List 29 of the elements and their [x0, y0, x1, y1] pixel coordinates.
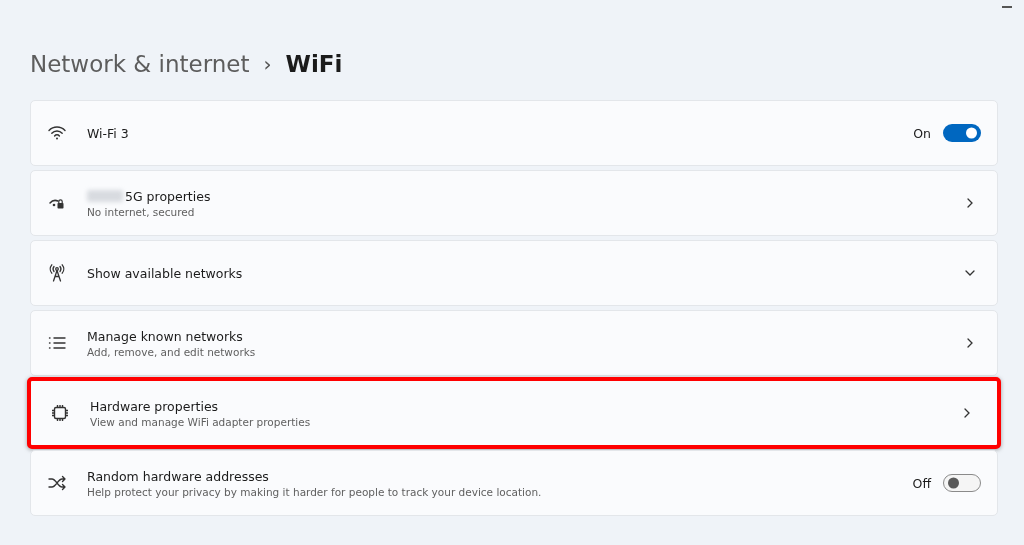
- wifi-icon: [48, 126, 66, 140]
- setting-description: Help protect your privacy by making it harder for people to track your device location.: [87, 485, 543, 498]
- antenna-icon: [49, 264, 65, 282]
- list-icon: [48, 337, 66, 349]
- wifi-lock-icon: [49, 199, 64, 209]
- settings-card[interactable]: Hardware properties View and manage WiFi adapter properties: [27, 377, 1001, 449]
- settings-card[interactable]: 5G properties No internet, secured: [30, 170, 998, 236]
- page-title: WiFi: [285, 50, 343, 79]
- settings-card[interactable]: Show available networks: [30, 240, 998, 306]
- setting-title: 5G properties: [125, 188, 211, 204]
- setting-title: Random hardware addresses: [87, 468, 269, 484]
- toggle-switch[interactable]: [943, 124, 981, 142]
- settings-card[interactable]: Manage known networks Add, remove, and edit networks: [30, 310, 998, 376]
- setting-title: Show available networks: [87, 265, 243, 281]
- chip-icon: [51, 404, 69, 422]
- toggle-switch[interactable]: [943, 474, 981, 492]
- breadcrumb-link[interactable]: Network & internet: [30, 49, 250, 79]
- toggle-state-label: Off: [912, 475, 931, 491]
- setting-title: Manage known networks: [87, 328, 243, 344]
- setting-description: View and manage WiFi adapter properties: [90, 415, 312, 428]
- shuffle-icon: [48, 475, 66, 491]
- setting-title: Hardware properties: [90, 398, 219, 414]
- toggle-state-label: On: [913, 125, 931, 141]
- settings-card[interactable]: Wi-Fi 3 On: [30, 100, 998, 166]
- breadcrumb-separator: ›: [263, 51, 272, 78]
- settings-card[interactable]: Random hardware addresses Help protect your privacy by making it harder for people to track your device location. Off: [30, 450, 998, 516]
- setting-description: Add, remove, and edit networks: [87, 345, 257, 358]
- setting-description: No internet, secured: [87, 205, 196, 218]
- setting-title: Wi-Fi 3: [87, 125, 129, 141]
